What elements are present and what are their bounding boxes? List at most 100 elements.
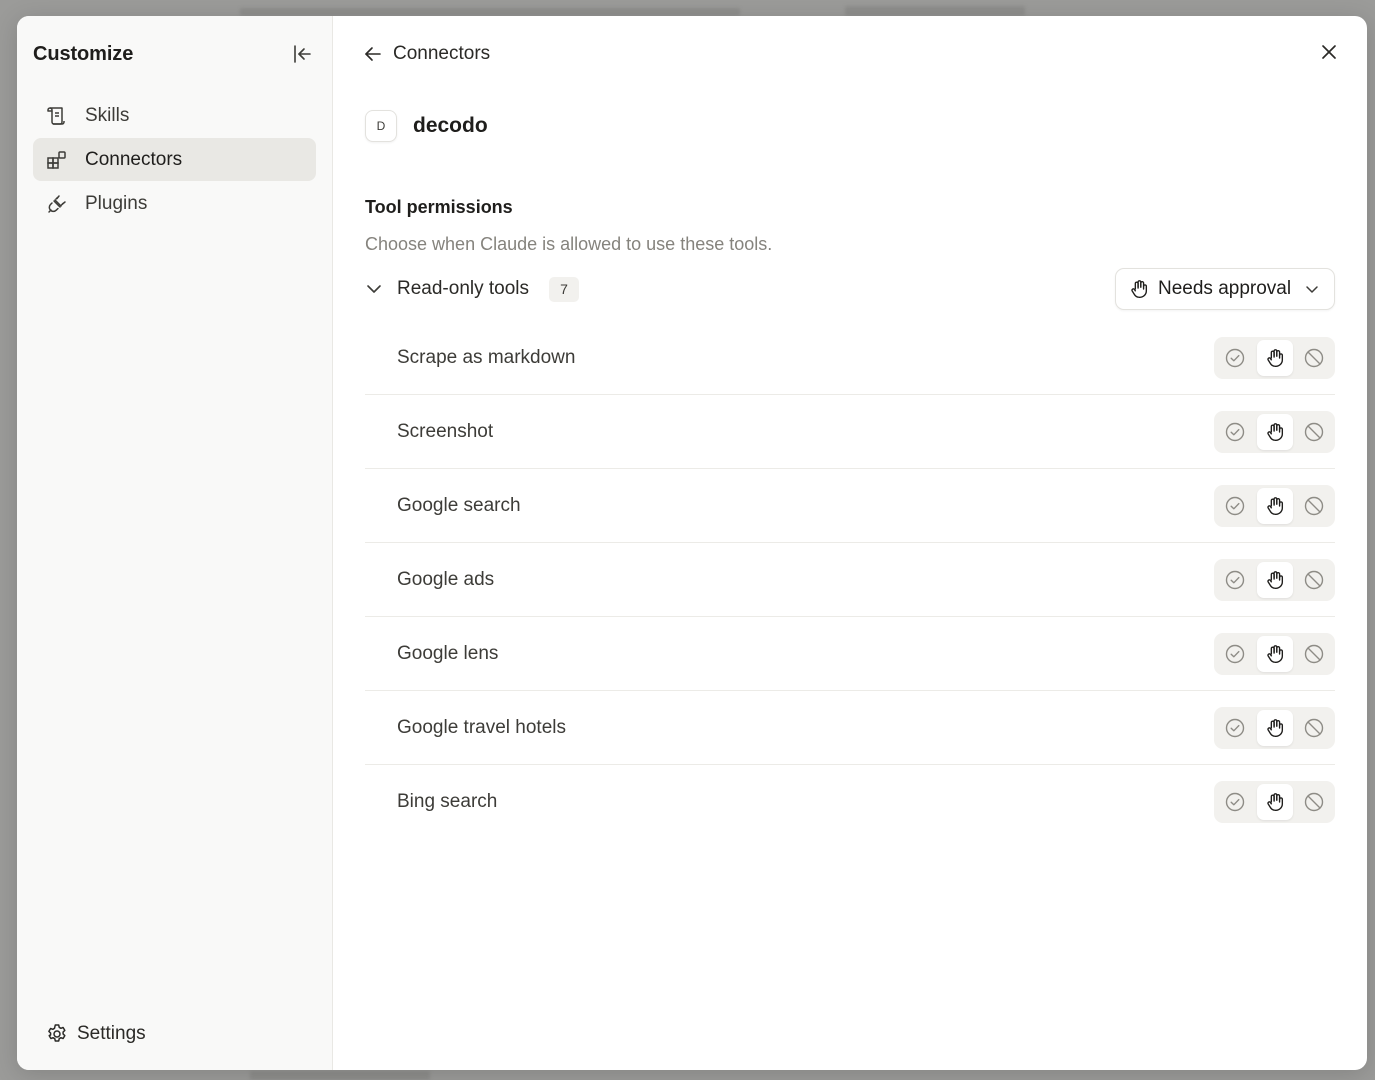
- dropdown-value: Needs approval: [1158, 278, 1292, 299]
- tool-name: Google ads: [397, 568, 495, 590]
- connector-name: decodo: [413, 114, 488, 137]
- sidebar-header: Customize: [33, 40, 316, 68]
- needs-approval-button[interactable]: [1256, 561, 1293, 598]
- tool-name: Google lens: [397, 642, 499, 664]
- main-panel: Connectors D decodo Tool permissions Cho…: [333, 16, 1367, 1070]
- tool-permission-selector: [1214, 558, 1335, 601]
- connector-logo: D: [365, 110, 397, 142]
- sidebar-item-label: Connectors: [85, 148, 183, 170]
- tool-name: Google travel hotels: [397, 716, 566, 738]
- block-icon: [1304, 644, 1324, 663]
- needs-approval-button[interactable]: [1256, 709, 1293, 746]
- block-button[interactable]: [1296, 636, 1332, 672]
- check-circle-icon: [1225, 422, 1245, 441]
- tool-permission-selector: [1214, 336, 1335, 379]
- sidebar-item-skills[interactable]: Skills: [33, 94, 316, 137]
- hand-icon: [1266, 793, 1283, 811]
- tool-row: Google ads: [365, 543, 1335, 617]
- always-allow-button[interactable]: [1217, 636, 1253, 672]
- tool-permission-selector: [1214, 781, 1335, 823]
- back-label: Connectors: [393, 43, 491, 64]
- tool-name: Screenshot: [397, 420, 494, 442]
- connector-header: D decodo: [365, 110, 488, 142]
- close-icon: [1322, 45, 1336, 59]
- check-circle-icon: [1225, 718, 1245, 737]
- hand-icon: [1131, 280, 1148, 298]
- tool-row: Bing search: [365, 765, 1335, 839]
- tool-permission-selector: [1214, 632, 1335, 675]
- collapse-left-icon: [294, 45, 311, 63]
- block-button[interactable]: [1296, 488, 1332, 524]
- collapse-sidebar-button[interactable]: [288, 40, 316, 68]
- block-button[interactable]: [1296, 784, 1332, 820]
- gear-icon: [48, 1024, 66, 1042]
- tool-list: Scrape as markdown Screenshot Google sea…: [365, 321, 1335, 839]
- check-circle-icon: [1225, 496, 1245, 515]
- needs-approval-button[interactable]: [1256, 413, 1293, 450]
- block-icon: [1304, 422, 1324, 441]
- tool-group-header: Read-only tools 7 Needs approval: [365, 268, 1335, 310]
- block-button[interactable]: [1296, 710, 1332, 746]
- tool-name: Bing search: [397, 791, 498, 812]
- always-allow-button[interactable]: [1217, 710, 1253, 746]
- scroll-icon: [47, 106, 65, 125]
- sidebar-item-connectors[interactable]: Connectors: [33, 138, 316, 181]
- back-to-connectors-link[interactable]: Connectors: [363, 40, 490, 68]
- tool-permission-selector: [1214, 484, 1335, 527]
- sidebar-title: Customize: [33, 42, 134, 65]
- block-icon: [1304, 718, 1324, 737]
- hand-icon: [1266, 644, 1283, 663]
- always-allow-button[interactable]: [1217, 414, 1253, 450]
- tool-row: Google lens: [365, 617, 1335, 691]
- hand-icon: [1266, 422, 1283, 441]
- tool-row: Google search: [365, 469, 1335, 543]
- check-circle-icon: [1225, 570, 1245, 589]
- always-allow-button[interactable]: [1217, 488, 1253, 524]
- always-allow-button[interactable]: [1217, 784, 1253, 820]
- group-collapse-toggle[interactable]: Read-only tools 7: [365, 276, 580, 302]
- tool-name: Scrape as markdown: [397, 346, 576, 368]
- chevron-down-icon: [1306, 286, 1318, 293]
- chevron-down-icon: [367, 285, 381, 293]
- needs-approval-button[interactable]: [1256, 784, 1293, 820]
- needs-approval-button[interactable]: [1256, 635, 1293, 672]
- block-button[interactable]: [1296, 340, 1332, 376]
- needs-approval-button[interactable]: [1256, 487, 1293, 524]
- always-allow-button[interactable]: [1217, 340, 1253, 376]
- plug-icon: [48, 194, 66, 213]
- tool-permission-selector: [1214, 410, 1335, 453]
- needs-approval-button[interactable]: [1256, 339, 1293, 376]
- block-icon: [1304, 792, 1324, 812]
- block-icon: [1304, 570, 1324, 589]
- tool-row: Screenshot: [365, 395, 1335, 469]
- tool-permission-selector: [1214, 706, 1335, 749]
- sidebar-nav: Skills Connectors Plugins: [33, 94, 316, 226]
- hand-icon: [1266, 348, 1283, 367]
- section-title: Tool permissions: [365, 197, 513, 217]
- settings-button[interactable]: Settings: [45, 1022, 146, 1046]
- tool-count-badge: 7: [549, 276, 580, 302]
- connectors-icon: [47, 150, 66, 169]
- group-label: Read-only tools: [397, 278, 530, 299]
- customize-modal: Customize Skills Connectors Plugins Sett…: [17, 16, 1367, 1070]
- tool-name: Google search: [397, 494, 521, 516]
- tool-row: Google travel hotels: [365, 691, 1335, 765]
- sidebar-item-plugins[interactable]: Plugins: [33, 182, 316, 225]
- check-circle-icon: [1225, 792, 1245, 812]
- hand-icon: [1266, 496, 1283, 515]
- block-icon: [1304, 348, 1324, 367]
- arrow-left-icon: [365, 47, 381, 61]
- hand-icon: [1266, 718, 1283, 737]
- sidebar-item-label: Skills: [85, 104, 130, 126]
- section-description: Choose when Claude is allowed to use the…: [365, 234, 773, 254]
- hand-icon: [1266, 570, 1283, 589]
- block-button[interactable]: [1296, 562, 1332, 598]
- sidebar-item-label: Plugins: [85, 192, 148, 214]
- check-circle-icon: [1225, 644, 1245, 663]
- tool-row: Scrape as markdown: [365, 321, 1335, 395]
- group-permission-dropdown[interactable]: Needs approval: [1115, 268, 1335, 310]
- block-button[interactable]: [1296, 414, 1332, 450]
- always-allow-button[interactable]: [1217, 562, 1253, 598]
- close-button[interactable]: [1315, 38, 1343, 66]
- sidebar: Customize Skills Connectors Plugins Sett…: [17, 16, 333, 1070]
